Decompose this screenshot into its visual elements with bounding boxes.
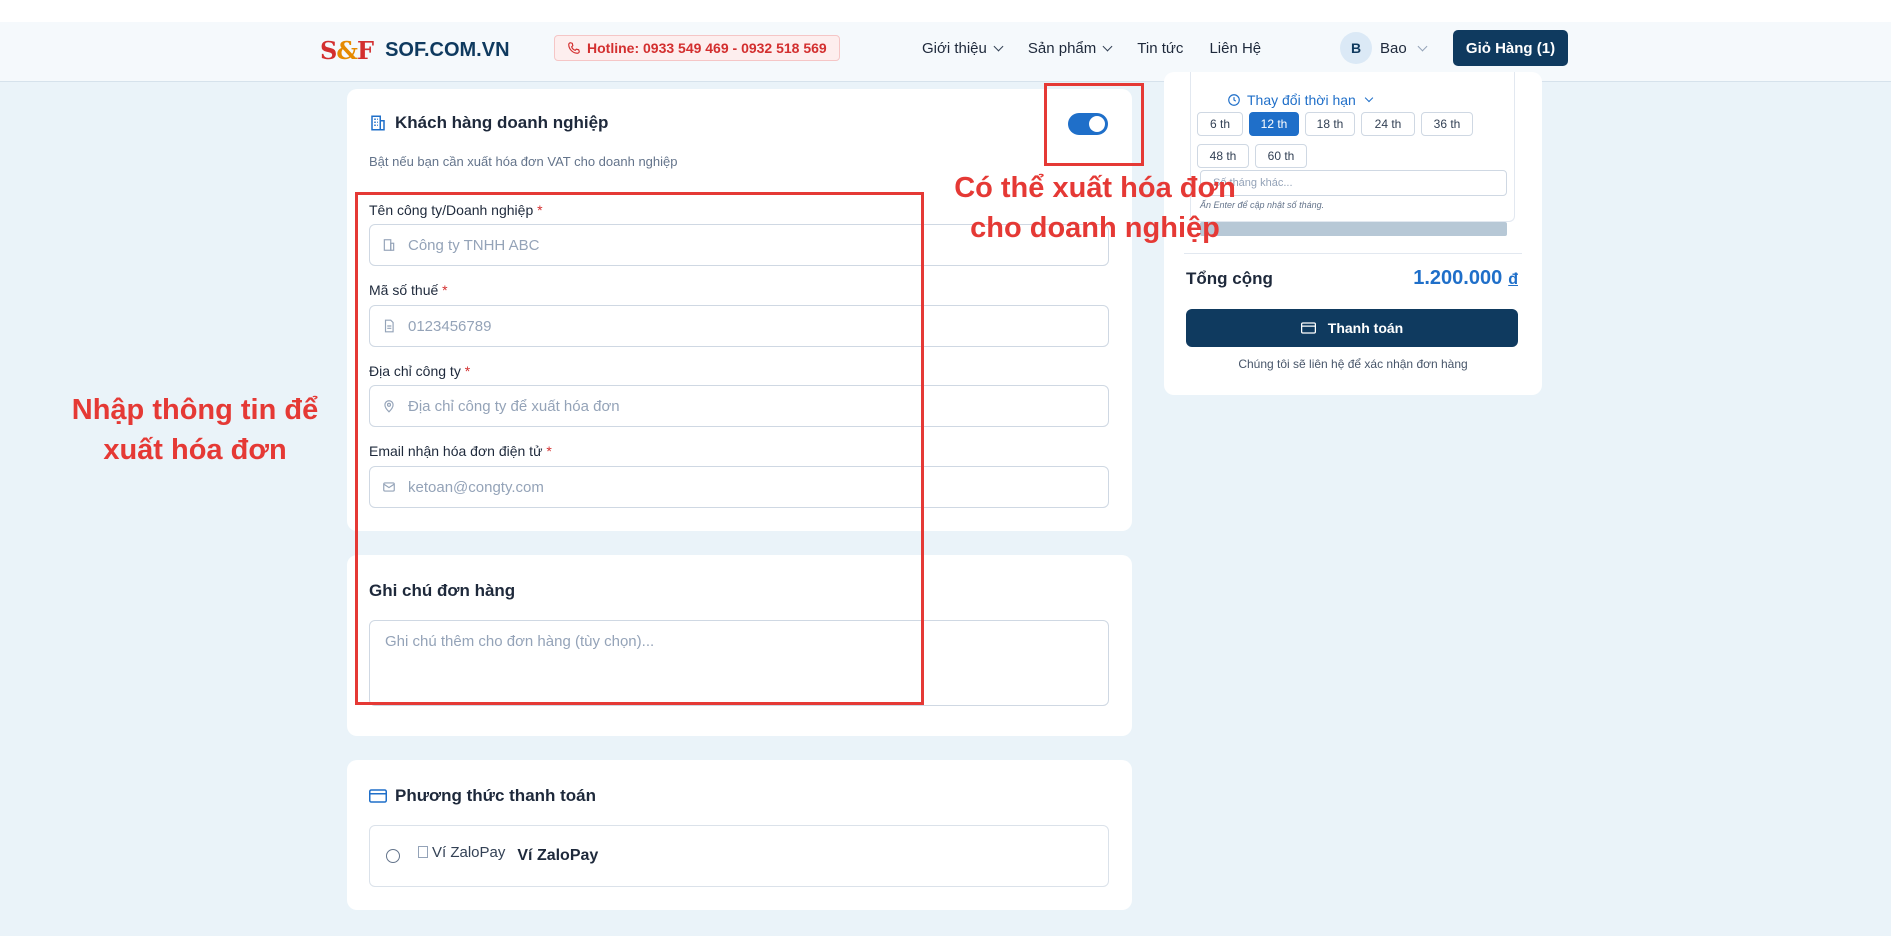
- term-chip-6[interactable]: 6 th: [1197, 112, 1243, 136]
- nav-item-gioi-thieu[interactable]: Giới thiệu: [922, 40, 1004, 57]
- chevron-down-icon: [1417, 41, 1428, 51]
- checkout-button[interactable]: Thanh toán: [1186, 309, 1518, 347]
- nav-item-tin-tuc[interactable]: Tin tức: [1137, 40, 1183, 57]
- nav-label: Tin tức: [1137, 40, 1184, 57]
- credit-card-icon: [1300, 322, 1316, 334]
- business-help-text: Bật nếu bạn cần xuất hóa đơn VAT cho doa…: [369, 154, 678, 169]
- total-value: 1.200.000 đ: [1413, 267, 1518, 290]
- payment-option-zalopay[interactable]: Ví ZaloPay Ví ZaloPay: [369, 825, 1109, 887]
- total-amount: 1.200.000: [1413, 267, 1503, 289]
- payment-method-card: Phương thức thanh toán Ví ZaloPay Ví Zal…: [347, 760, 1132, 910]
- business-card-title: Khách hàng doanh nghiệp: [369, 113, 608, 133]
- image-alt-text: Ví ZaloPay: [432, 843, 506, 861]
- payment-option-label: Ví ZaloPay: [517, 847, 599, 864]
- term-chip-48[interactable]: 48 th: [1197, 144, 1249, 168]
- annotation-box-form: [355, 192, 924, 705]
- total-label: Tổng cộng: [1186, 269, 1273, 288]
- logo-mark-s: S: [320, 36, 337, 65]
- term-chip-18[interactable]: 18 th: [1305, 112, 1355, 136]
- payment-title-text: Phương thức thanh toán: [395, 786, 597, 805]
- logo-mark-amp: &: [336, 36, 358, 65]
- main-nav: Giới thiệu Sản phẩm Tin tức Liên Hệ: [922, 40, 1261, 57]
- chevron-down-icon: [1364, 93, 1374, 103]
- nav-item-san-pham[interactable]: Sản phẩm: [1027, 40, 1113, 57]
- business-title-text: Khách hàng doanh nghiệp: [395, 113, 609, 132]
- phone-icon: [567, 41, 581, 55]
- cart-button[interactable]: Giỏ Hàng (1): [1453, 30, 1568, 66]
- site-header: S&F SOF.COM.VN Hotline: 0933 549 469 - 0…: [0, 22, 1891, 82]
- annotation-text-form: Nhập thông tin để xuất hóa đơn: [71, 394, 319, 466]
- user-menu[interactable]: B Bao: [1340, 32, 1428, 64]
- annotation-text-toggle: Có thể xuất hóa đơn cho doanh nghiệp: [954, 172, 1236, 244]
- logo-mark-f: F: [357, 36, 374, 65]
- clock-icon: [1227, 93, 1241, 107]
- checkout-label: Thanh toán: [1327, 320, 1404, 336]
- logo-mark: S&F: [320, 36, 374, 65]
- term-chip-12[interactable]: 12 th: [1249, 112, 1299, 136]
- user-name: Bao: [1380, 39, 1407, 57]
- nav-label: Giới thiệu: [922, 40, 987, 57]
- hotline-text: Hotline: 0933 549 469 - 0932 518 569: [587, 40, 827, 56]
- payment-method-title: Phương thức thanh toán: [369, 786, 596, 806]
- chevron-down-icon: [1102, 41, 1113, 52]
- broken-image-icon: [418, 846, 428, 858]
- change-term-label: Thay đổi thời hạn: [1247, 92, 1356, 108]
- payment-radio[interactable]: [386, 849, 400, 863]
- chevron-down-icon: [993, 41, 1004, 52]
- building-icon: [369, 114, 387, 132]
- term-chip-24[interactable]: 24 th: [1361, 112, 1415, 136]
- avatar: B: [1340, 32, 1372, 64]
- logo[interactable]: S&F SOF.COM.VN: [320, 36, 510, 65]
- nav-item-lien-he[interactable]: Liên Hệ: [1209, 40, 1261, 57]
- annotation-box-toggle: [1044, 83, 1144, 166]
- term-chip-36[interactable]: 36 th: [1421, 112, 1473, 136]
- nav-label: Sản phẩm: [1027, 40, 1097, 57]
- zalopay-logo-image: Ví ZaloPay: [418, 844, 505, 861]
- nav-label: Liên Hệ: [1209, 40, 1262, 57]
- brand-name: SOF.COM.VN: [385, 39, 510, 61]
- currency-symbol: đ: [1508, 271, 1518, 288]
- confirm-note: Chúng tôi sẽ liên hệ để xác nhận đơn hàn…: [1238, 357, 1468, 371]
- change-term-toggle[interactable]: Thay đổi thời hạn: [1227, 92, 1374, 108]
- hotline-badge[interactable]: Hotline: 0933 549 469 - 0932 518 569: [554, 35, 840, 61]
- term-chip-60[interactable]: 60 th: [1255, 144, 1307, 168]
- credit-card-icon: [369, 789, 387, 803]
- divider: [1184, 253, 1522, 254]
- top-strip: [0, 0, 1891, 22]
